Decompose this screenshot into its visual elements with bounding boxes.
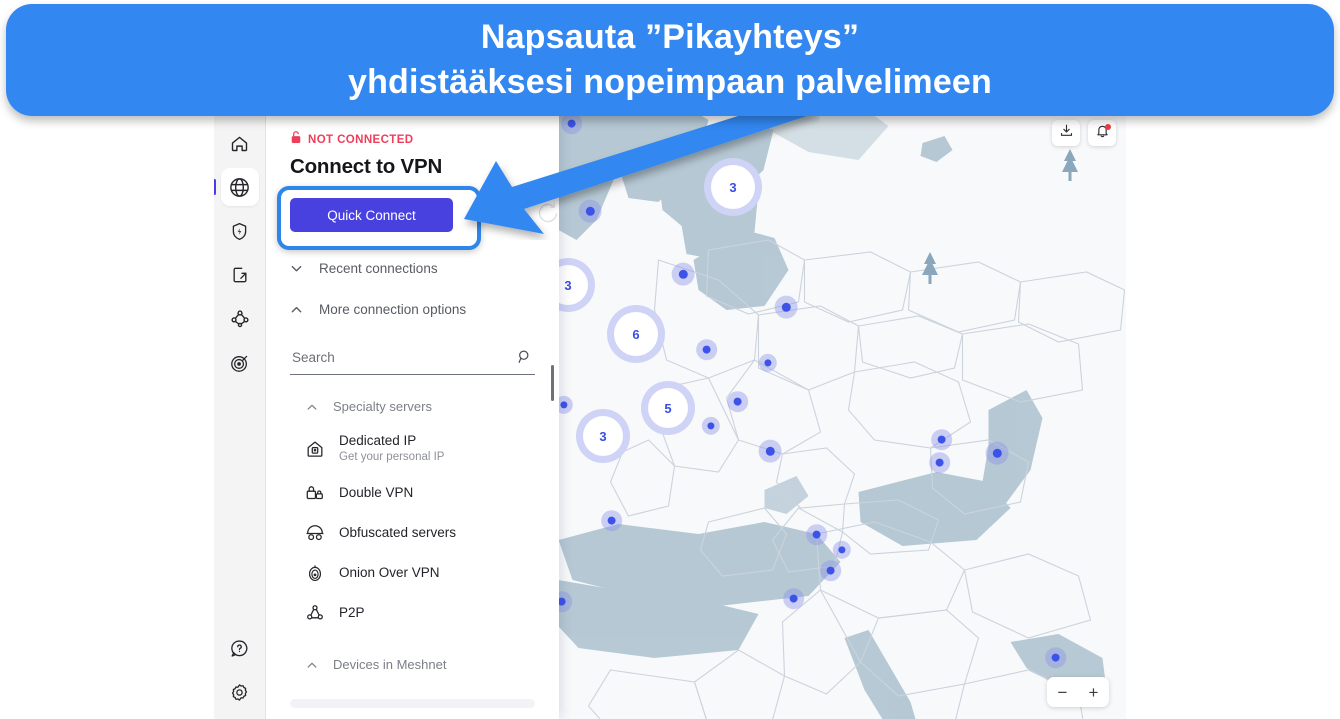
marker-dot — [781, 302, 791, 312]
target-icon — [229, 353, 250, 374]
section-label: Recent connections — [319, 261, 438, 276]
map-server-marker[interactable] — [601, 510, 623, 532]
onion-icon — [304, 562, 326, 584]
marker-dot — [1051, 653, 1060, 662]
server-item-label: Double VPN — [339, 484, 414, 500]
unlock-icon — [290, 130, 302, 149]
section-label: Specialty servers — [333, 398, 432, 414]
panel-scrollbar[interactable] — [551, 365, 554, 401]
marker-dot — [826, 566, 835, 575]
marker-dot — [838, 546, 846, 554]
server-item-double-vpn[interactable]: Double VPN — [290, 473, 535, 513]
section-specialty-servers[interactable]: Specialty servers — [290, 387, 535, 425]
notification-badge — [1105, 124, 1111, 130]
map-server-marker[interactable] — [806, 524, 828, 546]
gear-icon — [229, 682, 250, 703]
marker-dot — [812, 530, 821, 539]
map-server-cluster[interactable]: 3 — [576, 409, 630, 463]
marker-dot — [789, 594, 798, 603]
download-icon — [1059, 123, 1074, 143]
section-devices-in-meshnet[interactable]: Devices in Meshnet — [290, 645, 535, 683]
help-icon — [229, 638, 250, 659]
sidebar-item-meshnet[interactable] — [221, 300, 259, 338]
server-item-p2p[interactable]: P2P — [290, 593, 535, 633]
marker-dot — [764, 359, 772, 367]
server-item-label: P2P — [339, 604, 365, 620]
chevron-up-icon — [306, 400, 318, 412]
marker-dot — [678, 269, 688, 279]
shield-bolt-icon — [229, 221, 250, 242]
server-item-obfuscated-servers[interactable]: Obfuscated servers — [290, 513, 535, 553]
callout-arrow — [464, 99, 819, 234]
map-top-buttons — [1052, 120, 1116, 146]
search-box[interactable] — [290, 340, 535, 375]
sidebar-item-file-share[interactable] — [221, 256, 259, 294]
dedicated-ip-icon — [304, 438, 326, 460]
map-server-marker[interactable] — [1045, 647, 1067, 669]
banner-line-1: Napsauta ”Pikayhteys” — [480, 18, 860, 57]
meshnet-icon — [229, 308, 251, 330]
marker-dot — [937, 435, 946, 444]
tree-icon — [1062, 149, 1078, 181]
marker-dot — [560, 401, 568, 409]
server-item-label: Dedicated IP — [339, 433, 417, 449]
sidebar-item-home[interactable] — [221, 124, 259, 162]
obfuscated-icon — [304, 522, 326, 544]
section-recent-connections[interactable]: Recent connections — [290, 248, 535, 289]
map-server-marker[interactable] — [929, 452, 951, 474]
sidebar-item-help[interactable] — [221, 629, 259, 667]
zoom-in-button[interactable]: + — [1089, 684, 1099, 701]
p2p-icon — [304, 602, 326, 624]
file-share-icon — [230, 265, 250, 285]
section-label: More connection options — [319, 302, 467, 317]
sidebar-item-dark-web-monitor[interactable] — [221, 344, 259, 382]
section-label: Devices in Meshnet — [333, 656, 447, 672]
search-input[interactable] — [290, 349, 517, 365]
server-item-label: Onion Over VPN — [339, 564, 440, 580]
map-server-marker[interactable] — [727, 391, 749, 413]
panel-bottom-edge — [266, 697, 559, 719]
icon-rail — [214, 110, 266, 719]
marker-dot — [935, 458, 944, 467]
sidebar-item-vpn[interactable] — [214, 168, 259, 206]
download-button[interactable] — [1052, 120, 1080, 146]
sidebar-item-settings[interactable] — [221, 673, 259, 711]
server-item-label: Obfuscated servers — [339, 524, 457, 540]
map-server-cluster[interactable]: 5 — [641, 381, 695, 435]
map-server-marker[interactable] — [820, 560, 842, 582]
double-vpn-icon — [304, 482, 326, 504]
section-more-connection-options[interactable]: More connection options — [290, 289, 535, 330]
globe-icon — [228, 176, 251, 199]
status-badge: NOT CONNECTED — [308, 133, 414, 146]
server-item-sublabel: Get your personal IP — [339, 450, 445, 463]
chevron-up-icon — [290, 303, 303, 316]
chevron-up-icon — [306, 658, 318, 670]
marker-dot — [733, 397, 742, 406]
map-zoom-controls: − + — [1047, 677, 1109, 707]
chevron-down-icon — [290, 262, 303, 275]
map-server-marker[interactable] — [931, 429, 953, 451]
map-server-cluster[interactable]: 6 — [607, 305, 665, 363]
arrow-shape — [464, 99, 819, 234]
marker-dot — [707, 422, 715, 430]
tree-icon — [922, 252, 938, 284]
map-server-marker[interactable] — [696, 339, 718, 361]
zoom-out-button[interactable]: − — [1058, 684, 1068, 701]
server-item-dedicated-ip[interactable]: Dedicated IP Get your personal IP — [290, 425, 535, 473]
server-item-text: Dedicated IP Get your personal IP — [339, 433, 444, 465]
marker-dot — [765, 446, 775, 456]
marker-dot — [607, 516, 616, 525]
home-icon — [229, 133, 250, 154]
server-item-onion-over-vpn[interactable]: Onion Over VPN — [290, 553, 535, 593]
notifications-button[interactable] — [1088, 120, 1116, 146]
instruction-banner: Napsauta ”Pikayhteys” yhdistääksesi nope… — [6, 4, 1334, 116]
banner-line-2: yhdistääksesi nopeimpaan palvelimeen — [347, 63, 993, 101]
marker-dot — [702, 345, 711, 354]
sidebar-item-threat-protection[interactable] — [221, 212, 259, 250]
marker-dot — [992, 448, 1002, 458]
search-icon[interactable] — [517, 349, 533, 365]
map-server-marker[interactable] — [783, 588, 805, 610]
